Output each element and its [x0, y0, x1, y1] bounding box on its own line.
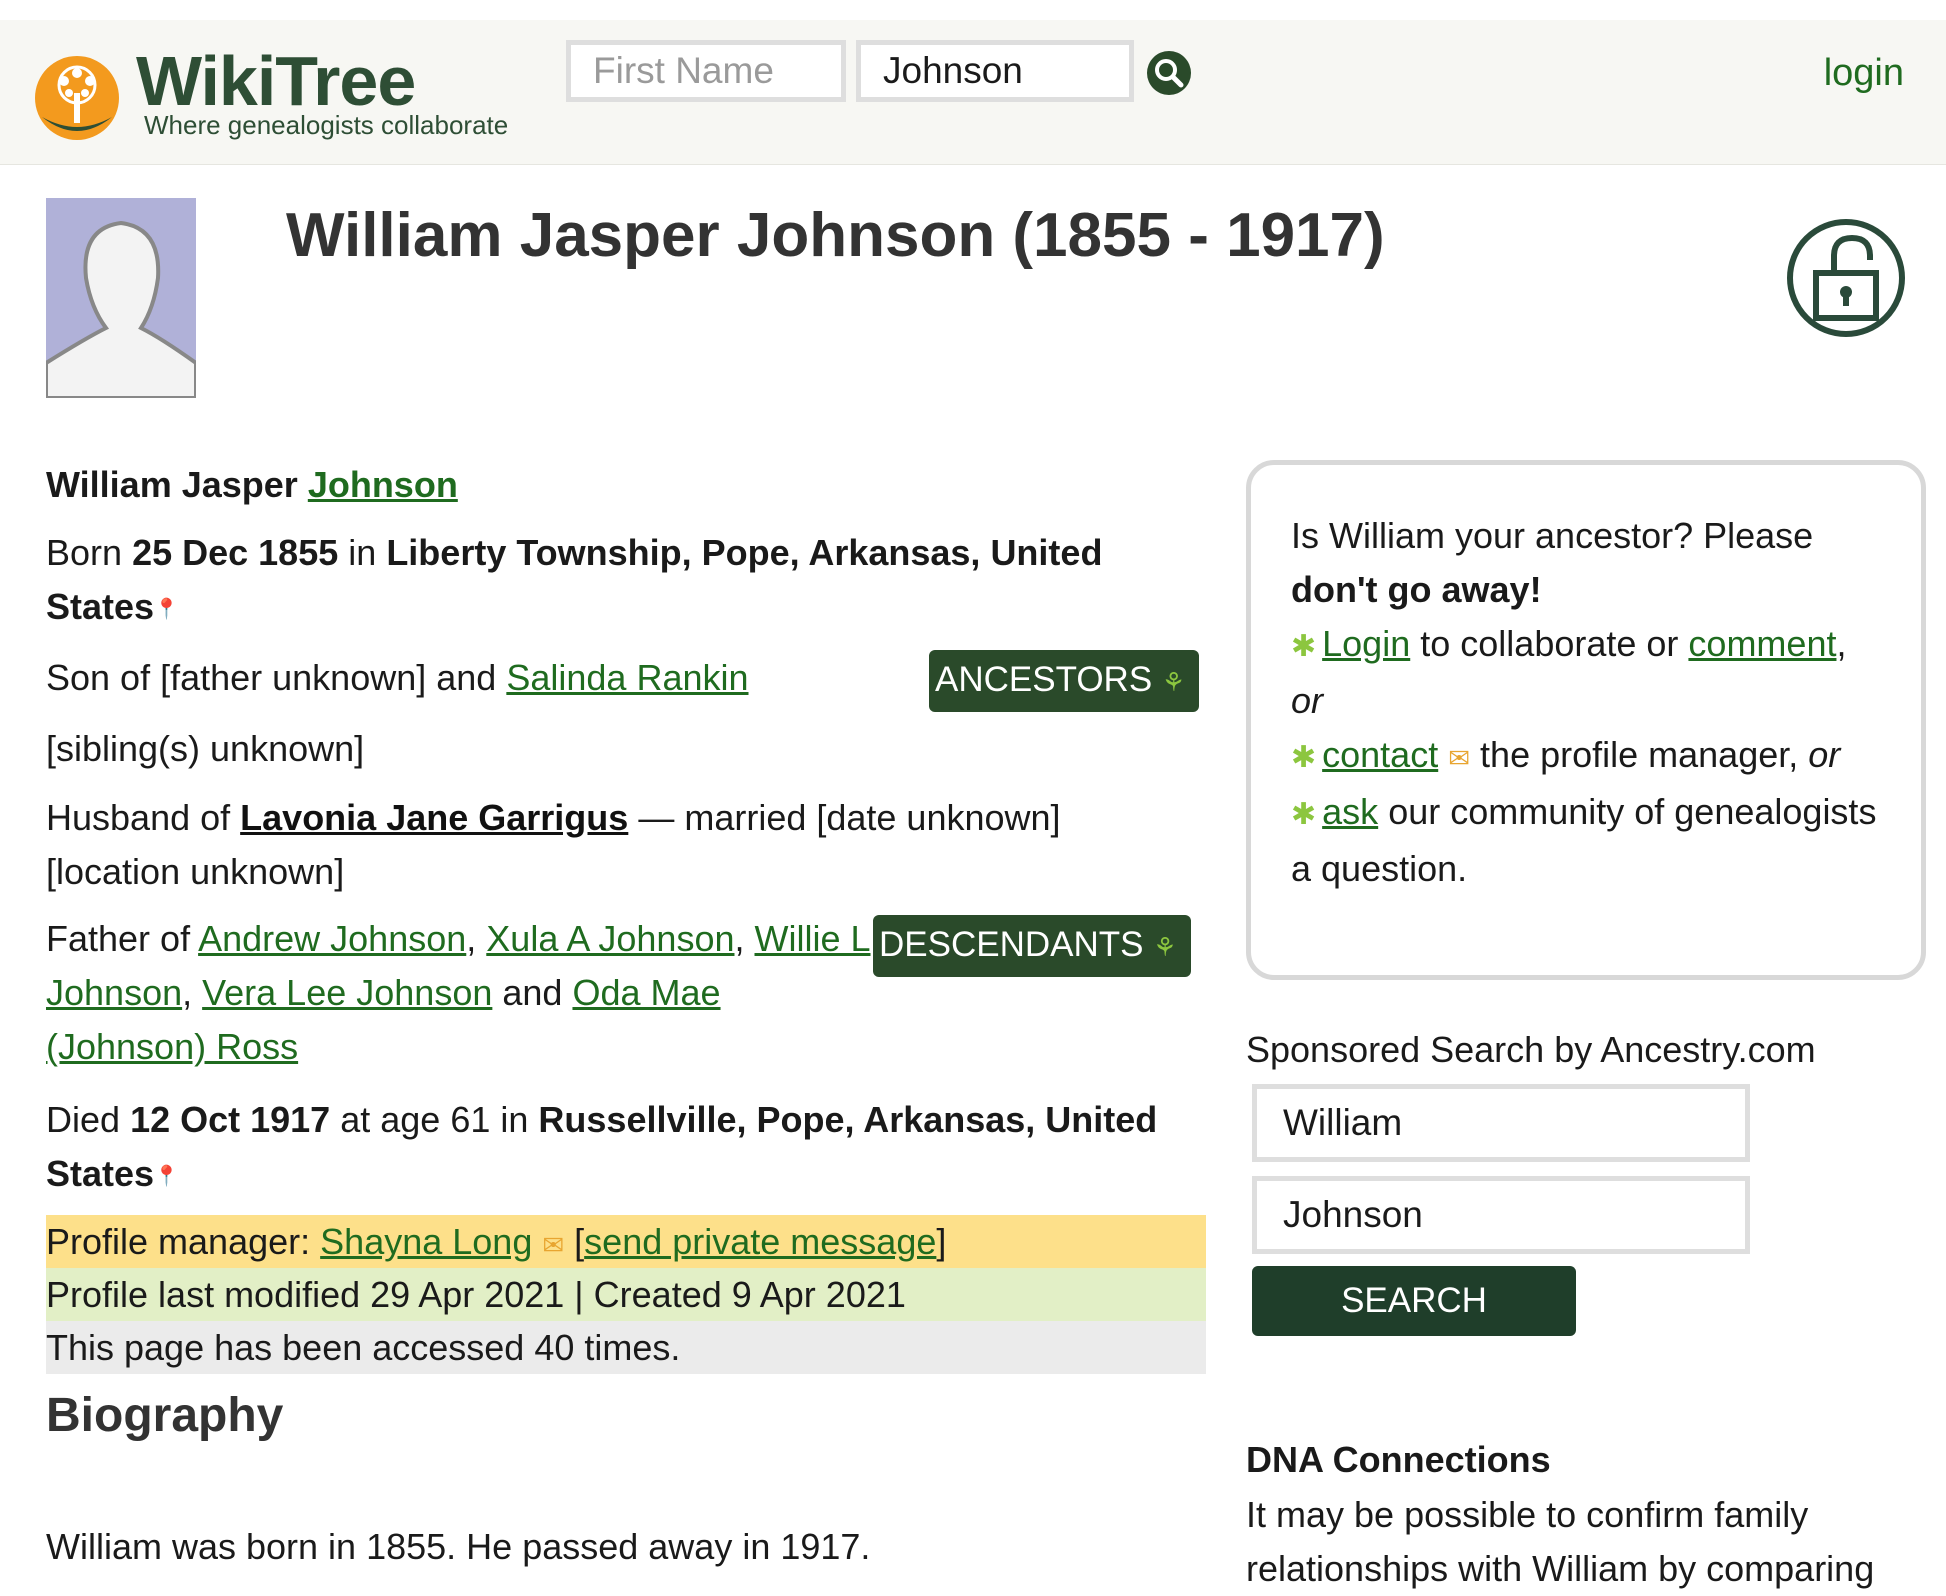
- envelope-icon[interactable]: ✉: [542, 1230, 564, 1260]
- ancestor-callout-box: Is William your ancestor? Please don't g…: [1246, 460, 1926, 980]
- profile-avatar: [46, 198, 196, 398]
- given-names: William Jasper: [46, 464, 298, 505]
- child-link[interactable]: Xula A Johnson: [486, 918, 734, 959]
- birth-line: Born 25 Dec 1855 in Liberty Township, Po…: [46, 526, 1176, 636]
- descendants-button[interactable]: DESCENDANTS ⚘: [873, 915, 1191, 977]
- spouse-line: Husband of Lavonia Jane Garrigus — marri…: [46, 791, 1146, 899]
- died-date: 12 Oct 1917: [130, 1099, 331, 1140]
- map-pin-icon[interactable]: 📍: [154, 1165, 179, 1187]
- search-records-button[interactable]: SEARCH RECORDS: [1252, 1266, 1576, 1390]
- last-name-input[interactable]: Johnson: [856, 40, 1134, 102]
- access-count-bar: This page has been accessed 40 times.: [46, 1321, 1206, 1374]
- privacy-lock-icon[interactable]: [1786, 218, 1906, 338]
- callout-intro: Is William your ancestor? Please don't g…: [1291, 509, 1881, 617]
- child-link[interactable]: Andrew Johnson: [198, 918, 466, 959]
- callout-ask-text: our community of genealogists a question…: [1291, 791, 1877, 889]
- manager-label: Profile manager:: [46, 1221, 311, 1262]
- profile-manager-bar: Profile manager: Shayna Long ✉ [send pri…: [46, 1215, 1206, 1268]
- or-text: or: [1291, 680, 1324, 721]
- manager-link[interactable]: Shayna Long: [320, 1221, 532, 1262]
- mother-link[interactable]: Salinda Rankin: [506, 657, 748, 698]
- callout-contact-item: ✱ contact ✉ the profile manager, or: [1291, 728, 1881, 785]
- in-label: in: [348, 532, 377, 573]
- ancestry-last-name-input[interactable]: Johnson: [1252, 1176, 1750, 1254]
- children-line: Father of Andrew Johnson, Xula A Johnson…: [46, 918, 871, 1067]
- login-link[interactable]: login: [1824, 52, 1904, 95]
- died-label: Died: [46, 1099, 121, 1140]
- callout-intro-text: Is William your ancestor? Please: [1291, 515, 1814, 556]
- callout-login-item: ✱ Login to collaborate or comment, or: [1291, 623, 1847, 721]
- descendants-label: DESCENDANTS: [879, 925, 1144, 964]
- map-pin-icon[interactable]: 📍: [154, 598, 179, 620]
- send-private-message-link[interactable]: send private message: [584, 1221, 936, 1262]
- born-date: 25 Dec 1855: [132, 532, 339, 573]
- or-text: or: [1808, 734, 1841, 775]
- tree-icon: ⚘: [1153, 932, 1177, 962]
- ancestry-first-name-input[interactable]: William: [1252, 1084, 1750, 1162]
- page-title: William Jasper Johnson (1855 - 1917): [286, 201, 1385, 270]
- child-link[interactable]: Vera Lee Johnson: [202, 972, 492, 1013]
- bullet-star-icon: ✱: [1291, 798, 1317, 831]
- callout-login-text: to collaborate or: [1420, 623, 1679, 664]
- logo-title[interactable]: WikiTree: [136, 46, 416, 116]
- wikitree-logo-icon[interactable]: [34, 55, 120, 141]
- biography-text: William was born in 1855. He passed away…: [46, 1526, 871, 1567]
- callout-ask-item: ✱ ask our community of genealogists a que…: [1291, 785, 1881, 896]
- father-of-label: Father of: [46, 918, 191, 959]
- top-header: WikiTree Where genealogists collaborate …: [0, 0, 1946, 165]
- death-line: Died 12 Oct 1917 at age 61 in Russellvil…: [46, 1093, 1206, 1203]
- husband-of-label: Husband of: [46, 797, 231, 838]
- ancestors-label: ANCESTORS: [935, 660, 1153, 699]
- surname-link[interactable]: Johnson: [308, 464, 458, 505]
- and-label: and: [502, 972, 563, 1013]
- callout-contact-link[interactable]: contact: [1322, 734, 1438, 775]
- ancestors-button[interactable]: ANCESTORS ⚘: [929, 650, 1200, 712]
- callout-intro-bold: don't go away!: [1291, 569, 1542, 610]
- born-label: Born: [46, 532, 123, 573]
- died-age: at age 61 in: [340, 1099, 529, 1140]
- modified-bar: Profile last modified 29 Apr 2021 | Crea…: [46, 1268, 1206, 1321]
- son-of-label: Son of [father unknown] and: [46, 657, 497, 698]
- logo-tagline: Where genealogists collaborate: [144, 110, 509, 140]
- callout-contact-text: the profile manager,: [1480, 734, 1799, 775]
- person-silhouette-icon: [46, 220, 196, 398]
- tree-icon: ⚘: [1161, 667, 1186, 697]
- sponsored-search-label: Sponsored Search by Ancestry.com: [1246, 1029, 1816, 1070]
- siblings-line: [sibling(s) unknown]: [46, 728, 365, 769]
- spouse-link[interactable]: Lavonia Jane Garrigus: [240, 797, 628, 838]
- biography-heading: Biography: [46, 1389, 284, 1442]
- search-icon[interactable]: [1146, 50, 1192, 96]
- bullet-star-icon: ✱: [1291, 741, 1317, 774]
- first-name-input[interactable]: First Name: [566, 40, 846, 102]
- callout-comment-link[interactable]: comment: [1688, 623, 1836, 664]
- dna-connections-heading: DNA Connections: [1246, 1439, 1551, 1480]
- callout-ask-link[interactable]: ask: [1322, 791, 1378, 832]
- dna-connections-text: It may be possible to confirm family rel…: [1246, 1494, 1875, 1589]
- bullet-star-icon: ✱: [1291, 630, 1317, 663]
- callout-login-link[interactable]: Login: [1322, 623, 1410, 664]
- envelope-icon[interactable]: ✉: [1448, 743, 1470, 773]
- profile-name-line: William Jasper Johnson: [46, 458, 1206, 512]
